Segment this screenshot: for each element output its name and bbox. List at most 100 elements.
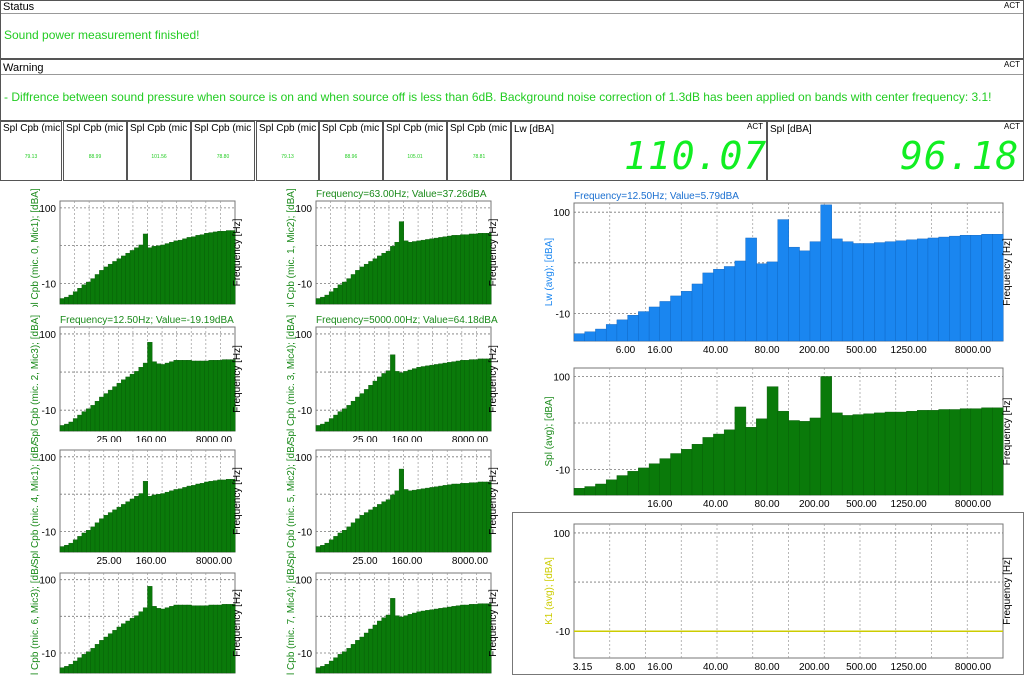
x-tick-label: 1250.00 — [891, 662, 928, 673]
bar — [177, 604, 184, 674]
bar — [451, 235, 457, 305]
spl-meter-2: Spl Cpb (mic 88.99 — [63, 121, 127, 181]
bar — [433, 486, 440, 553]
bar — [372, 624, 378, 674]
bar — [342, 530, 348, 553]
bar — [447, 235, 453, 305]
bar — [884, 411, 897, 496]
bar — [90, 526, 96, 553]
bar — [455, 235, 461, 305]
x-tick-label: 160.00 — [392, 435, 423, 442]
k1-avg-chart: 100 -10 3.15 8.00 16.00 40.00 80.00 200.00 500.0… — [544, 523, 1013, 673]
bar — [320, 666, 326, 674]
bar — [627, 315, 639, 342]
bar — [142, 233, 149, 305]
bar — [151, 606, 157, 674]
x-tick-label: 8000.00 — [955, 662, 992, 673]
bar — [103, 393, 109, 432]
bar — [125, 501, 131, 553]
bar — [460, 483, 466, 553]
bar — [473, 233, 479, 305]
bar — [103, 266, 109, 305]
bar — [173, 604, 179, 674]
bar — [186, 485, 192, 553]
spl-meter-label: Spl Cpb (mic — [259, 123, 317, 134]
bar — [420, 488, 426, 553]
y-tick-label: 100 — [553, 529, 570, 540]
y-axis-label: Spl Cpb (mic. 7, Mic4); [dBA] — [286, 565, 297, 675]
y-axis-label: Spl Cpb (mic. 5, Mic2); [dBA] — [286, 442, 297, 565]
mic-chart-7: 100-1025.00160.008000.00Spl Cpb (mic. 6,… — [30, 565, 243, 675]
bar — [638, 311, 650, 342]
bar — [927, 410, 940, 496]
bar — [788, 420, 800, 496]
bar — [315, 298, 321, 305]
mic-chart-6: 100 -10 25.00 160.00 8000.00 Spl Cpb (mic. 5,… — [286, 442, 499, 565]
bar — [315, 546, 321, 553]
bar — [895, 411, 907, 496]
bar — [125, 252, 131, 305]
bar — [121, 255, 127, 305]
x-tick-label: 40.00 — [703, 345, 728, 356]
bar — [68, 294, 74, 305]
bar — [468, 233, 475, 305]
y-tick-label: -10 — [298, 649, 313, 660]
x-tick-label: 80.00 — [755, 499, 780, 510]
bar — [573, 333, 586, 342]
bar — [320, 423, 326, 432]
x-tick-label: 500.00 — [846, 345, 877, 356]
bar — [212, 360, 219, 432]
bar — [169, 490, 175, 553]
spl-meter-label: Spl Cpb (mic — [3, 123, 61, 134]
bar — [416, 489, 422, 553]
bar — [425, 365, 431, 432]
spl-meter-act: ACT — [1004, 122, 1020, 131]
bar — [464, 234, 470, 305]
y-tick-label: 100 — [295, 453, 312, 464]
bar — [403, 615, 409, 674]
y-tick-label: 100 — [553, 372, 570, 383]
mic-chart-8: 100-1025.00160.008000.00Spl Cpb (mic. 7,… — [286, 565, 499, 675]
x-axis-label: Frequency [Hz] — [232, 345, 243, 413]
bar — [342, 281, 348, 305]
bar — [199, 483, 205, 553]
bar — [195, 605, 201, 674]
bar — [468, 359, 475, 432]
bar — [464, 360, 470, 432]
bar — [195, 360, 201, 432]
bar — [691, 283, 704, 342]
bar — [927, 237, 940, 342]
bar — [64, 544, 70, 553]
bar — [363, 512, 369, 553]
bar — [324, 542, 330, 553]
bar — [723, 266, 736, 342]
x-tick-label: 80.00 — [755, 662, 780, 673]
bar — [852, 414, 865, 496]
bar — [191, 236, 197, 305]
bar — [407, 369, 413, 432]
x-axis-label: Frequency [Hz] — [488, 218, 499, 286]
bar — [451, 483, 457, 553]
x-tick-label: 40.00 — [703, 662, 728, 673]
bar — [863, 413, 875, 496]
bar — [981, 234, 993, 342]
bar — [217, 231, 223, 305]
bar — [841, 241, 854, 342]
bar — [204, 233, 210, 305]
bar — [142, 607, 149, 674]
bar — [147, 586, 153, 674]
bar — [346, 648, 352, 674]
bar — [116, 258, 122, 305]
bar — [460, 234, 466, 305]
y-tick-label: 100 — [295, 576, 312, 587]
x-tick-label: 25.00 — [96, 556, 121, 565]
y-axis-label: Spl Cpb (mic. 3, Mic4); [dBA] — [286, 315, 297, 442]
x-axis-label: Frequency [Hz] — [232, 589, 243, 657]
bar — [616, 319, 629, 342]
y-tick-label: 100 — [295, 204, 312, 215]
bar — [333, 657, 339, 674]
bar — [788, 246, 800, 342]
y-tick-label: -10 — [556, 627, 571, 638]
bar — [177, 488, 184, 553]
bar — [72, 539, 78, 553]
